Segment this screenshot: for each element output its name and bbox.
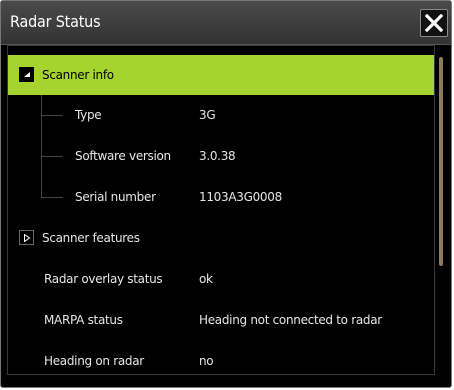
row-value: 3.0.38 [199,149,236,163]
radar-status-dialog: Radar Status Scanner info Type 3G Softwa… [0,0,452,388]
row-label: Serial number [75,190,156,204]
row-value: 1103A3G0008 [199,190,282,204]
title-bar: Radar Status [1,1,451,45]
row-value: no [199,354,214,368]
info-row-software-version[interactable]: Software version 3.0.38 [8,136,434,176]
triangle-right-icon [24,234,31,242]
info-row-serial-number[interactable]: Serial number 1103A3G0008 [8,177,434,217]
row-label: Software version [75,149,171,163]
triangle-down-icon [24,72,30,77]
tree-node-label: Scanner features [42,231,140,245]
info-row-type[interactable]: Type 3G [8,95,434,135]
row-label: Heading on radar [44,354,144,368]
row-label: Radar overlay status [44,272,163,286]
row-label: Type [75,108,102,122]
tree-node-scanner-features[interactable]: Scanner features [8,218,434,258]
close-button[interactable] [420,9,448,37]
dialog-title: Radar Status [10,12,101,31]
status-row-marpa[interactable]: MARPA status Heading not connected to ra… [8,300,434,340]
row-label: MARPA status [44,313,123,327]
close-icon [425,14,443,32]
status-row-heading-on-radar[interactable]: Heading on radar no [8,341,434,374]
tree-node-scanner-info[interactable]: Scanner info [8,55,434,95]
status-list[interactable]: Scanner info Type 3G Software version 3.… [7,45,435,375]
expand-toggle[interactable] [19,67,34,82]
row-value: ok [199,272,213,286]
row-value: 3G [199,108,216,122]
scrollbar[interactable] [439,57,443,266]
expand-toggle[interactable] [19,230,34,245]
tree-node-label: Scanner info [42,68,114,82]
status-row-radar-overlay[interactable]: Radar overlay status ok [8,259,434,299]
row-value: Heading not connected to radar [199,313,382,327]
